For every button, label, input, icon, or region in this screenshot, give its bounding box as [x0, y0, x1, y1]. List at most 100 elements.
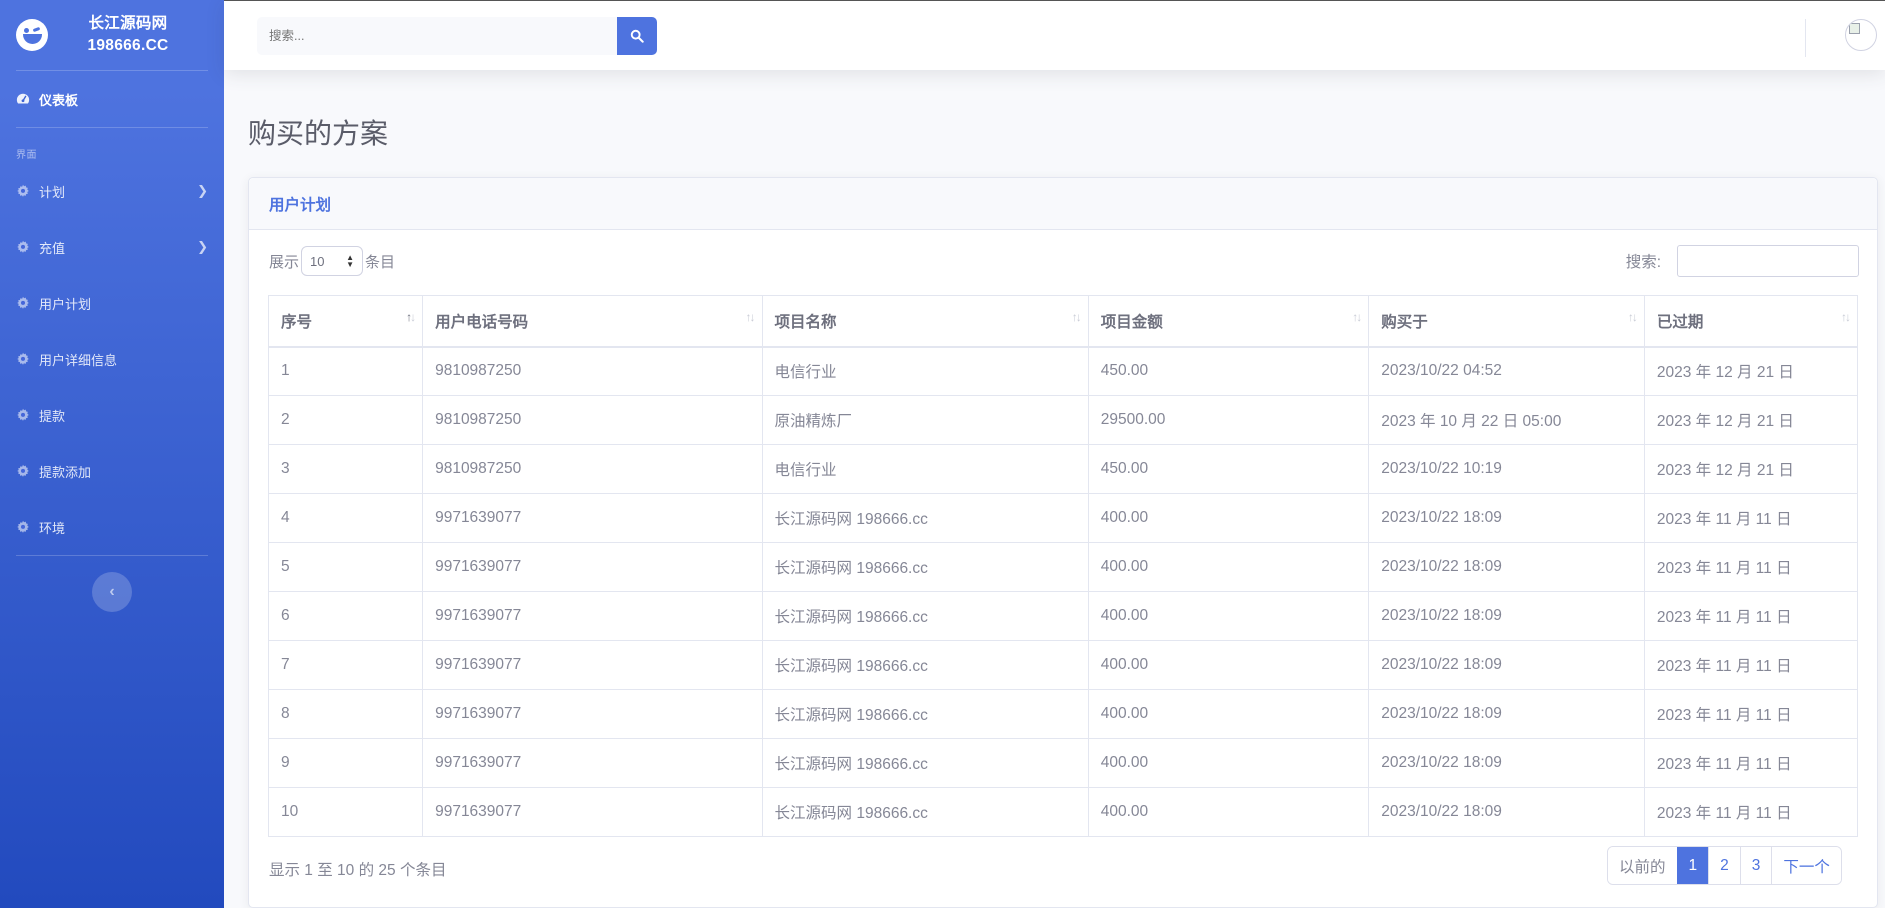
entries-length: 展示 10 ▲ ▼ 条目: [269, 246, 1857, 276]
table-cell: 2023/10/22 10:19: [1368, 444, 1645, 494]
table-row: 4 9971639077 长江源码网 198666.cc 400.00 2023/10/…: [267, 493, 1859, 543]
column-header[interactable]: 序号 ↑↓: [267, 295, 424, 348]
gear-icon: [17, 520, 29, 533]
sort-icon: ↑↓: [1841, 310, 1851, 324]
pagination-page-button[interactable]: 2: [1708, 847, 1740, 884]
table-cell: 9971639077: [422, 640, 763, 690]
table-cell: 3: [267, 444, 424, 494]
table-cell: 原油精炼厂: [761, 395, 1089, 445]
table-cell: 29500.00: [1087, 395, 1370, 445]
table-cell: 9810987250: [422, 444, 763, 494]
sort-icon: ↑↓: [406, 310, 416, 324]
table-cell: 4: [267, 493, 424, 543]
table-cell: 2023 年 11 月 11 日: [1643, 689, 1859, 739]
table-cell: 2023 年 10 月 22 日 05:00: [1368, 395, 1645, 445]
brand-text: 长江源码网 198666.CC: [48, 13, 208, 57]
sidebar-toggle-button[interactable]: ‹: [92, 572, 132, 612]
table-cell: 2023 年 11 月 11 日: [1643, 493, 1859, 543]
table-cell: 10: [267, 787, 424, 837]
table-cell: 8: [267, 689, 424, 739]
laugh-wink-icon: [16, 19, 48, 51]
sidebar-heading: 界面: [16, 150, 37, 161]
table-cell: 400.00: [1087, 738, 1370, 788]
table-cell: 9971639077: [422, 787, 763, 837]
sidebar-item-2[interactable]: 用户计划: [0, 275, 224, 331]
pagination-next-button[interactable]: 下一个: [1771, 847, 1841, 884]
length-suffix: 条目: [365, 253, 396, 271]
table-cell: 5: [267, 542, 424, 592]
table-cell: 9810987250: [422, 395, 763, 445]
card-title: 用户计划: [269, 196, 332, 214]
page-title: 购买的方案: [248, 118, 389, 149]
table-info: 显示 1 至 10 的 25 个条目: [269, 862, 447, 879]
sort-icon: ↑↓: [745, 310, 756, 324]
sidebar: 长江源码网 198666.CC 仪表板 界面 计划 ❯ 充值 ❯ 用户计划 用户详细信息提…: [0, 0, 224, 908]
search-button[interactable]: [617, 17, 657, 55]
table-row: 9 9971639077 长江源码网 198666.cc 400.00 2023/10/…: [267, 738, 1859, 788]
column-header-label: 项目金额: [1100, 313, 1163, 331]
table-cell: 400.00: [1087, 591, 1370, 641]
table-search-input[interactable]: [1677, 245, 1859, 277]
table-cell: 长江源码网 198666.cc: [761, 787, 1089, 837]
table-cell: 2: [267, 395, 424, 445]
search-icon: [630, 29, 644, 43]
table-cell: 400.00: [1087, 787, 1370, 837]
gear-icon: [17, 296, 29, 309]
table-cell: 长江源码网 198666.cc: [761, 738, 1089, 788]
topbar-search: [257, 17, 657, 55]
broken-image-icon: [1849, 23, 1860, 34]
topbar: [224, 0, 1885, 70]
sidebar-item-0[interactable]: 计划 ❯: [0, 163, 224, 219]
column-header-label: 项目名称: [774, 313, 837, 331]
table-row: 7 9971639077 长江源码网 198666.cc 400.00 2023/10/…: [267, 640, 1859, 690]
table-cell: 9971639077: [422, 738, 763, 788]
entries-length-select[interactable]: 10 ▲ ▼: [301, 246, 364, 276]
sidebar-brand[interactable]: 长江源码网 198666.CC: [0, 0, 224, 70]
table-cell: 长江源码网 198666.cc: [761, 689, 1089, 739]
user-avatar[interactable]: [1845, 19, 1877, 51]
sidebar-item-1[interactable]: 充值 ❯: [0, 219, 224, 275]
column-header[interactable]: 项目名称 ↑↓: [761, 295, 1089, 348]
pagination-page-button[interactable]: 1: [1676, 847, 1709, 884]
table-cell: 2023/10/22 18:09: [1368, 542, 1645, 592]
sidebar-item-label: 提款添加: [39, 464, 92, 480]
sidebar-item-4[interactable]: 提款: [0, 387, 224, 443]
table-cell: 9971639077: [422, 591, 763, 641]
table-cell: 9971639077: [422, 493, 763, 543]
sidebar-item-6[interactable]: 环境: [0, 499, 224, 555]
table-row: 1 9810987250 电信行业 450.00 2023/10/22 04:52 202…: [267, 346, 1859, 396]
gear-icon: [17, 240, 29, 253]
length-value: 10: [310, 253, 325, 269]
search-input[interactable]: [257, 17, 617, 55]
pagination-previous-button[interactable]: 以前的: [1608, 847, 1677, 884]
table-cell: 2023/10/22 18:09: [1368, 591, 1645, 641]
table-cell: 2023/10/22 18:09: [1368, 689, 1645, 739]
sidebar-item-label: 充值: [39, 240, 66, 256]
column-header[interactable]: 购买于 ↑↓: [1368, 295, 1645, 348]
gear-icon: [17, 184, 29, 197]
table-cell: 2023 年 11 月 11 日: [1643, 787, 1859, 837]
sidebar-item-3[interactable]: 用户详细信息: [0, 331, 224, 387]
table-row: 3 9810987250 电信行业 450.00 2023/10/22 10:19 202…: [267, 444, 1859, 494]
table-cell: 400.00: [1087, 640, 1370, 690]
column-header[interactable]: 已过期 ↑↓: [1643, 295, 1859, 348]
sidebar-item-dashboard[interactable]: 仪表板: [0, 71, 224, 127]
card-header: 用户计划: [249, 178, 1877, 230]
column-header[interactable]: 项目金额 ↑↓: [1087, 295, 1370, 348]
table-cell: 6: [267, 591, 424, 641]
table-cell: 2023 年 11 月 11 日: [1643, 542, 1859, 592]
table-cell: 2023/10/22 18:09: [1368, 738, 1645, 788]
table-cell: 长江源码网 198666.cc: [761, 493, 1089, 543]
user-plans-table: 序号 ↑↓ 用户电话号码 ↑↓ 项目名称 ↑↓ 项目金额 ↑↓ 购买于 ↑↓ 已过期 ↑↓ 1 9810…: [267, 295, 1859, 837]
filter-label: 搜索:: [1625, 254, 1661, 271]
table-cell: 2023 年 11 月 11 日: [1643, 591, 1859, 641]
table-cell: 9810987250: [422, 346, 763, 396]
column-header[interactable]: 用户电话号码 ↑↓: [422, 295, 763, 348]
table-row: 6 9971639077 长江源码网 198666.cc 400.00 2023/10/…: [267, 591, 1859, 641]
pagination-page-button[interactable]: 3: [1739, 847, 1772, 884]
table-cell: 电信行业: [761, 346, 1089, 396]
gear-icon: [17, 352, 29, 365]
sidebar-item-label: 计划: [39, 184, 66, 200]
sidebar-item-5[interactable]: 提款添加: [0, 443, 224, 499]
sidebar-item-label: 用户详细信息: [39, 352, 118, 368]
